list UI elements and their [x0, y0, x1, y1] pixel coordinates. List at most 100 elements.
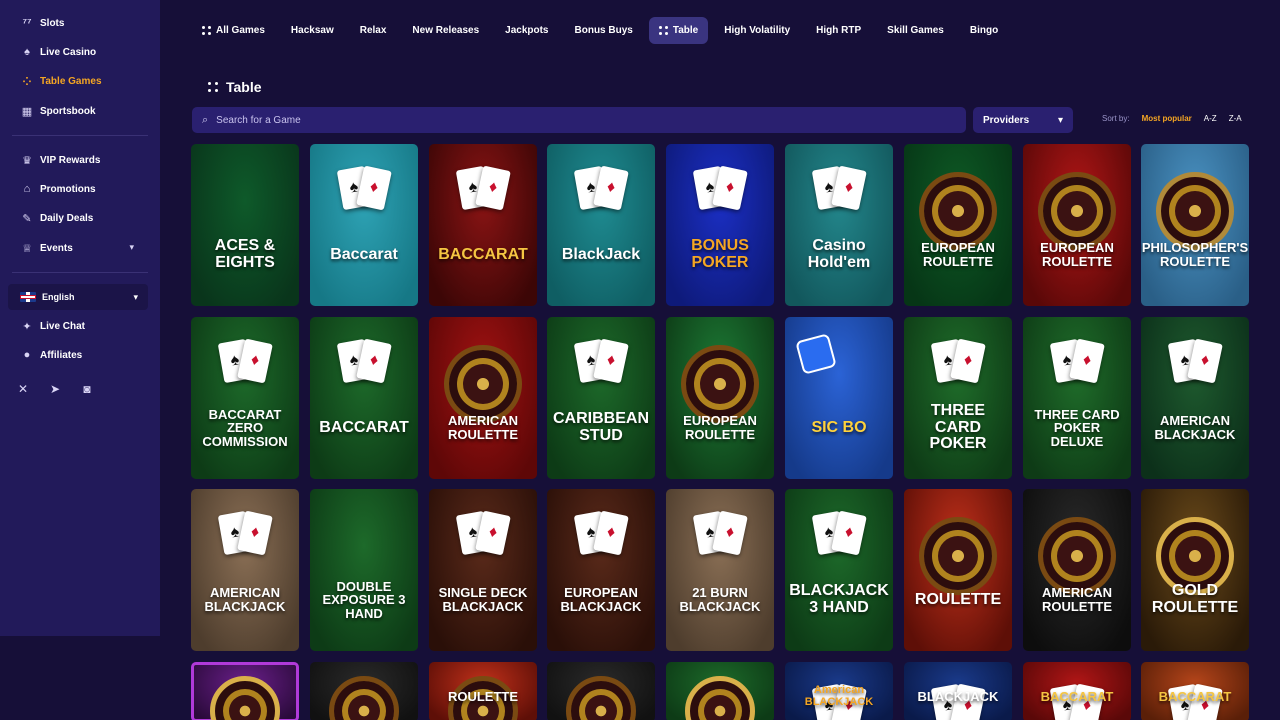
game-tile[interactable]: DOUBLE EXPOSURE 3 HAND: [310, 489, 418, 651]
game-tile[interactable]: ♠ ♦ CARIBBEAN STUD: [547, 317, 655, 479]
telegram-icon[interactable]: ➤: [48, 382, 62, 396]
instagram-icon[interactable]: ◙: [80, 382, 94, 396]
x-icon[interactable]: ✕: [16, 382, 30, 396]
game-tile[interactable]: ♠ ♦ Casino Hold'em: [785, 144, 893, 306]
sort-most-popular[interactable]: Most popular: [1142, 114, 1192, 123]
chevron-down-icon[interactable]: ▾: [129, 242, 134, 253]
affiliates-icon: ●: [23, 349, 31, 361]
game-tile[interactable]: ♠ ♦ BACCARAT: [429, 144, 537, 306]
sidebar-item-label: VIP Rewards: [40, 154, 101, 166]
sidebar-item-affiliates[interactable]: ● Affiliates: [20, 345, 83, 365]
tab-relax[interactable]: Relax: [350, 17, 397, 44]
sidebar-divider: [12, 272, 148, 273]
game-tile[interactable]: [310, 662, 418, 720]
tab-all-games[interactable]: All Games: [192, 17, 275, 44]
game-tile[interactable]: ♠ ♦ BLACKJACK: [904, 662, 1012, 720]
game-tile[interactable]: ♠ ♦ AMERICAN BLACKJACK: [191, 489, 299, 651]
sidebar-item-live-chat[interactable]: ✦ Live Chat: [20, 316, 85, 336]
tab-new-releases[interactable]: New Releases: [402, 17, 489, 44]
game-tile[interactable]: [191, 662, 299, 720]
search-input[interactable]: [216, 114, 917, 126]
roulette-wheel-icon: [919, 517, 997, 595]
sidebar-item-vip-rewards[interactable]: ♛ VIP Rewards: [20, 150, 100, 170]
search-bar[interactable]: ⌕: [192, 107, 966, 133]
providers-dropdown[interactable]: Providers ▾: [973, 107, 1073, 133]
game-tile[interactable]: ♠ ♦ American BLACKJACK: [785, 662, 893, 720]
game-tile[interactable]: AMERICAN ROULETTE: [1023, 489, 1131, 651]
game-tile[interactable]: ♠ ♦ BACCARAT: [310, 317, 418, 479]
game-tile[interactable]: EUROPEAN ROULETTE: [666, 317, 774, 479]
game-tile[interactable]: ♠ ♦ BONUS POKER: [666, 144, 774, 306]
gift-icon: ⌂: [23, 183, 31, 195]
game-title: EUROPEAN ROULETTE: [921, 240, 995, 269]
roulette-wheel-icon: [1038, 517, 1116, 595]
page-title: Table: [208, 79, 262, 95]
sort-z-a[interactable]: Z-A: [1229, 114, 1242, 123]
tab-bonus-buys[interactable]: Bonus Buys: [565, 17, 643, 44]
tab-label: Bingo: [969, 25, 999, 36]
game-tile[interactable]: ACES & EIGHTS: [191, 144, 299, 306]
tab-bingo[interactable]: Bingo: [960, 17, 1008, 44]
sidebar-item-label: Affiliates: [40, 349, 83, 361]
roulette-wheel-icon: [329, 676, 399, 720]
sidebar-item-promotions[interactable]: ⌂ Promotions: [20, 179, 96, 199]
game-tile[interactable]: ♠ ♦ 21 BURN BLACKJACK: [666, 489, 774, 651]
game-title: GOLD ROULETTE: [1151, 582, 1239, 616]
tab-jackpots[interactable]: Jackpots: [495, 17, 558, 44]
sidebar-item-table-games[interactable]: ⁘ Table Games: [20, 71, 101, 91]
game-title: THREE CARD POKER: [929, 401, 987, 453]
game-tile[interactable]: ♠ ♦ THREE CARD POKER: [904, 317, 1012, 479]
tab-high-volatility[interactable]: High Volatility: [714, 17, 800, 44]
game-title: BACCARAT: [438, 245, 528, 263]
tab-label: High RTP: [816, 25, 862, 36]
game-title: PHILOSOPHER'S ROULETTE: [1141, 240, 1249, 269]
game-tile[interactable]: ROULETTE: [904, 489, 1012, 651]
game-tile[interactable]: ♠ ♦ BACCARAT ZERO COMMISSION: [191, 317, 299, 479]
roulette-wheel-icon: [919, 172, 997, 250]
sidebar-item-events[interactable]: ♕ Events: [20, 238, 140, 258]
game-title: EUROPEAN BLACKJACK: [560, 585, 642, 614]
game-tile[interactable]: ♠ ♦ SINGLE DECK BLACKJACK: [429, 489, 537, 651]
sidebar: ⁷⁷ Slots ♠ Live Casino ⁘ Table Games ▦ S…: [0, 0, 160, 636]
sidebar-item-live-casino[interactable]: ♠ Live Casino: [20, 42, 96, 62]
game-title: BACCARAT: [1040, 689, 1114, 705]
sort-a-z[interactable]: A-Z: [1204, 114, 1217, 123]
tab-table[interactable]: Table: [648, 17, 709, 44]
game-tile[interactable]: ♠ ♦ THREE CARD POKER DELUXE: [1023, 317, 1131, 479]
tab-label: Hacksaw: [290, 25, 334, 36]
table-games-icon: ⁘: [22, 75, 32, 88]
game-tile[interactable]: ♠ ♦ BACCARAT: [1023, 662, 1131, 720]
tab-high-rtp[interactable]: High RTP: [806, 17, 871, 44]
sidebar-item-sportsbook[interactable]: ▦ Sportsbook: [20, 101, 96, 121]
game-title: American BLACKJACK: [804, 684, 874, 708]
game-title: Baccarat: [330, 245, 398, 263]
game-tile[interactable]: ♠ ♦ BlackJack: [547, 144, 655, 306]
game-tile[interactable]: ♠ ♦ EUROPEAN BLACKJACK: [547, 489, 655, 651]
game-tile[interactable]: [666, 662, 774, 720]
tab-label: High Volatility: [724, 25, 791, 36]
game-title: EUROPEAN ROULETTE: [1040, 240, 1114, 269]
social-links: ✕ ➤ ◙: [16, 382, 94, 396]
sidebar-divider: [12, 135, 148, 136]
sidebar-item-daily-deals[interactable]: ✎ Daily Deals: [20, 208, 93, 228]
game-tile[interactable]: EUROPEAN ROULETTE: [904, 144, 1012, 306]
game-tile[interactable]: ♠ ♦ BACCARAT: [1141, 662, 1249, 720]
game-title: ROULETTE: [447, 689, 519, 705]
game-tile[interactable]: PHILOSOPHER'S ROULETTE: [1141, 144, 1249, 306]
uk-flag-icon: [20, 292, 36, 302]
game-tile[interactable]: SIC BO: [785, 317, 893, 479]
sidebar-item-slots[interactable]: ⁷⁷ Slots: [20, 13, 64, 33]
game-title: BACCARAT ZERO COMMISSION: [202, 406, 288, 449]
game-tile[interactable]: ♠ ♦ Baccarat: [310, 144, 418, 306]
game-tile[interactable]: EUROPEAN ROULETTE: [1023, 144, 1131, 306]
game-tile[interactable]: AMERICAN ROULETTE: [429, 317, 537, 479]
game-tile[interactable]: GOLD ROULETTE: [1141, 489, 1249, 651]
game-tile[interactable]: ROULETTE: [429, 662, 537, 720]
tab-hacksaw[interactable]: Hacksaw: [281, 17, 344, 44]
tab-skill-games[interactable]: Skill Games: [877, 17, 954, 44]
game-tile[interactable]: [547, 662, 655, 720]
language-selector[interactable]: English ▾: [8, 284, 148, 310]
game-tile[interactable]: ♠ ♦ BLACKJACK 3 HAND: [785, 489, 893, 651]
game-tile[interactable]: ♠ ♦ AMERICAN BLACKJACK: [1141, 317, 1249, 479]
game-title: THREE CARD POKER DELUXE: [1034, 406, 1120, 449]
